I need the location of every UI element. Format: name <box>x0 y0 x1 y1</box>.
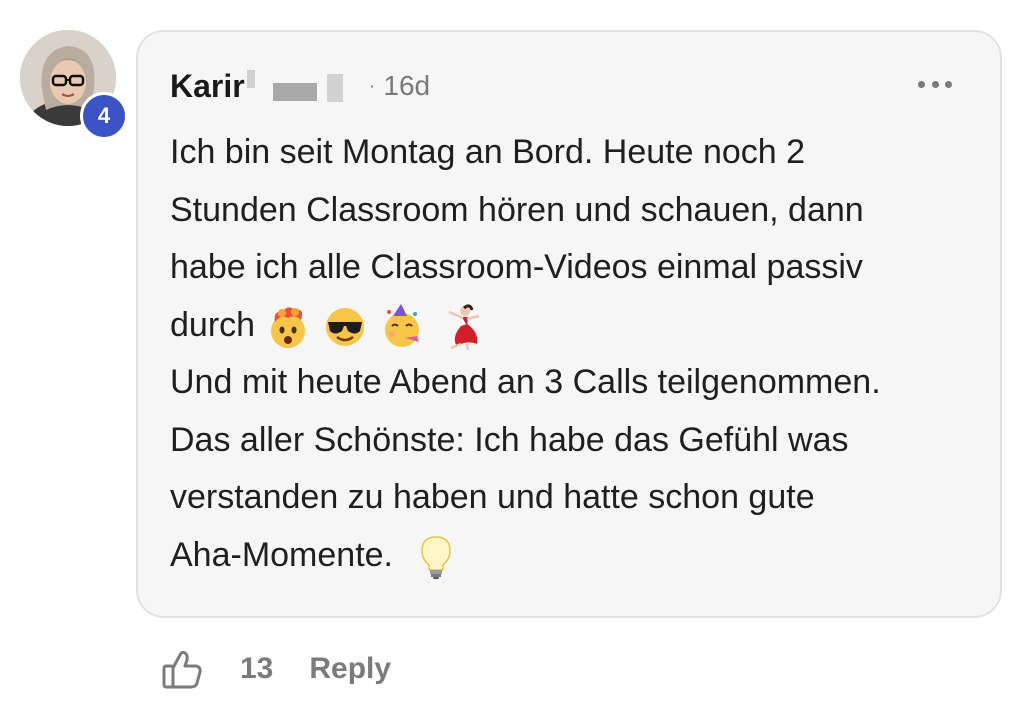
comment-line-text: durch <box>170 305 256 344</box>
comment-line-with-emojis: Aha-Momente. <box>170 527 970 585</box>
comment-line-text: Aha-Momente. <box>170 535 393 574</box>
author-avatar-container[interactable]: 4 <box>20 30 128 140</box>
like-count: 13 <box>240 652 274 685</box>
sunglasses-face-emoji <box>325 307 364 346</box>
comment-line: Und mit heute Abend an 3 Calls teilgenom… <box>170 363 881 401</box>
more-options-icon[interactable] <box>918 72 952 96</box>
comment-line: Stunden Classroom hören und schauen, dan… <box>170 190 864 229</box>
partying-face-emoji <box>385 303 420 347</box>
timestamp-separator: · <box>368 74 376 97</box>
author-name[interactable]: Karir <box>170 68 245 105</box>
comment-line: Das aller Schönste: Ich habe das Gefühl … <box>170 420 849 459</box>
comment-line: Ich bin seit Montag an Bord. Heute noch … <box>170 133 806 171</box>
dancer-emoji <box>448 303 480 350</box>
light-bulb-emoji <box>421 535 452 579</box>
redacted-block <box>326 74 343 102</box>
comment-card: Karir · 16d Ich bin seit Montag an Bord.… <box>136 30 1002 618</box>
redacted-block <box>246 70 255 88</box>
level-badge: 4 <box>80 92 128 140</box>
comment-line-with-emojis: durch <box>170 297 970 355</box>
thumbs-up-icon[interactable] <box>160 647 204 691</box>
comment-timestamp[interactable]: 16d <box>383 70 430 102</box>
comment-body: Ich bin seit Montag an Bord. Heute noch … <box>170 124 970 584</box>
reply-button[interactable]: Reply <box>309 652 391 686</box>
redacted-block <box>272 83 317 101</box>
comment-line: habe ich alle Classroom-Videos einmal pa… <box>170 248 863 286</box>
comment-actions: 13 Reply <box>160 644 391 694</box>
comment-header: Karir · 16d <box>170 66 430 106</box>
exploding-head-emoji <box>270 306 305 348</box>
comment-line: verstanden zu haben und hatte schon gute <box>170 478 815 516</box>
